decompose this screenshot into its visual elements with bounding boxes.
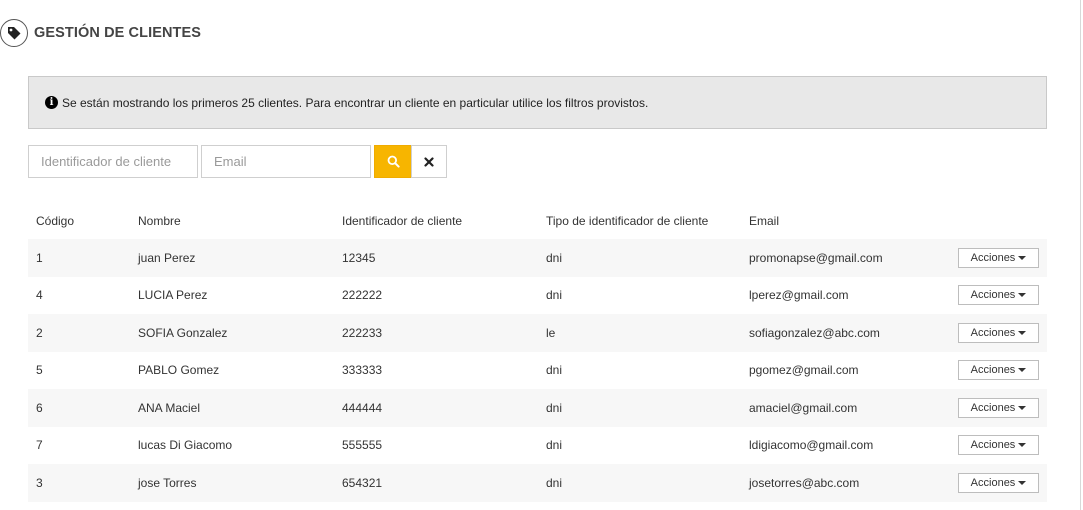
- caret-down-icon: [1018, 293, 1027, 298]
- actions-label: Acciones: [970, 289, 1016, 302]
- cell-identifier-type: dni: [546, 363, 563, 378]
- clear-filters-button[interactable]: [411, 145, 447, 178]
- cell-email: josetorres@abc.com: [749, 475, 860, 490]
- times-icon: [424, 156, 434, 167]
- cell-code: 4: [36, 288, 43, 303]
- email-input[interactable]: [201, 145, 371, 178]
- cell-name: LUCIA Perez: [138, 288, 208, 303]
- cell-name: ANA Maciel: [138, 400, 201, 415]
- cell-identifier-type: dni: [546, 400, 563, 415]
- tag-icon: [0, 19, 28, 47]
- column-header-code: Código: [36, 213, 75, 228]
- search-icon: [387, 155, 400, 168]
- actions-dropdown-button[interactable]: Acciones: [958, 435, 1039, 456]
- actions-label: Acciones: [970, 476, 1016, 489]
- table-row: 6 ANA Maciel 444444 dni amaciel@gmail.com Acc…: [28, 389, 1047, 427]
- actions-dropdown-button[interactable]: Acciones: [958, 360, 1039, 381]
- actions-dropdown-button[interactable]: Acciones: [958, 322, 1039, 343]
- cell-identifier: 654321: [342, 475, 383, 490]
- actions-label: Acciones: [970, 326, 1016, 339]
- caret-down-icon: [1018, 330, 1027, 335]
- table-row: 5 PABLO Gomez 333333 dni pgomez@gmail.com Acc…: [28, 352, 1047, 390]
- info-alert: i Se están mostrando los primeros 25 cli…: [28, 76, 1047, 129]
- cell-identifier-type: le: [546, 325, 556, 340]
- actions-dropdown-button[interactable]: Acciones: [958, 247, 1039, 268]
- cell-identifier-type: dni: [546, 475, 563, 490]
- table-row: 7 lucas Di Giacomo 555555 dni ldigiacomo@gma…: [28, 427, 1047, 465]
- column-header-identifier-type: Tipo de identificador de cliente: [546, 213, 709, 228]
- search-button[interactable]: [374, 145, 412, 178]
- cell-code: 1: [36, 250, 43, 265]
- actions-dropdown-button[interactable]: Acciones: [958, 472, 1039, 493]
- cell-name: lucas Di Giacomo: [138, 438, 233, 453]
- cell-identifier: 222222: [342, 288, 383, 303]
- cell-identifier: 222233: [342, 325, 383, 340]
- caret-down-icon: [1018, 405, 1027, 410]
- caret-down-icon: [1018, 443, 1027, 448]
- info-circle-icon: i: [45, 96, 58, 109]
- cell-code: 7: [36, 438, 43, 453]
- page-title: GESTIÓN DE CLIENTES: [34, 25, 202, 41]
- alert-text: Se están mostrando los primeros 25 clien…: [62, 95, 649, 110]
- cell-email: lperez@gmail.com: [749, 288, 849, 303]
- actions-label: Acciones: [970, 251, 1016, 264]
- clients-table: Código Nombre Identificador de cliente T…: [28, 202, 1047, 502]
- cell-email: sofiagonzalez@abc.com: [749, 325, 880, 340]
- cell-code: 3: [36, 475, 43, 490]
- cell-email: pgomez@gmail.com: [749, 363, 859, 378]
- cell-email: promonapse@gmail.com: [749, 250, 883, 265]
- table-row: 1 juan Perez 12345 dni promonapse@gmail.com A…: [28, 239, 1047, 277]
- caret-down-icon: [1018, 368, 1027, 373]
- cell-identifier-type: dni: [546, 250, 563, 265]
- scrollbar-track[interactable]: [1080, 0, 1081, 510]
- cell-code: 2: [36, 325, 43, 340]
- column-header-email: Email: [749, 213, 780, 228]
- cell-name: jose Torres: [138, 475, 197, 490]
- actions-dropdown-button[interactable]: Acciones: [958, 397, 1039, 418]
- client-identifier-input[interactable]: [28, 145, 198, 178]
- cell-identifier-type: dni: [546, 288, 563, 303]
- cell-email: amaciel@gmail.com: [749, 400, 858, 415]
- actions-dropdown-button[interactable]: Acciones: [958, 285, 1039, 306]
- cell-name: PABLO Gomez: [138, 363, 220, 378]
- caret-down-icon: [1018, 480, 1027, 485]
- cell-identifier: 333333: [342, 363, 383, 378]
- table-body: 1 juan Perez 12345 dni promonapse@gmail.com A…: [28, 239, 1047, 502]
- table-header: Código Nombre Identificador de cliente T…: [28, 202, 1047, 239]
- column-header-name: Nombre: [138, 213, 181, 228]
- column-header-identifier: Identificador de cliente: [342, 213, 463, 228]
- table-row: 2 SOFIA Gonzalez 222233 le sofiagonzalez@abc…: [28, 314, 1047, 352]
- cell-identifier: 12345: [342, 250, 376, 265]
- table-row: 3 jose Torres 654321 dni josetorres@abc.com A…: [28, 464, 1047, 502]
- cell-identifier: 444444: [342, 400, 383, 415]
- cell-name: juan Perez: [138, 250, 196, 265]
- actions-label: Acciones: [970, 439, 1016, 452]
- actions-label: Acciones: [970, 401, 1016, 414]
- actions-label: Acciones: [970, 364, 1016, 377]
- caret-down-icon: [1018, 255, 1027, 260]
- cell-name: SOFIA Gonzalez: [138, 325, 228, 340]
- cell-code: 6: [36, 400, 43, 415]
- cell-identifier-type: dni: [546, 438, 563, 453]
- cell-email: ldigiacomo@gmail.com: [749, 438, 874, 453]
- table-row: 4 LUCIA Perez 222222 dni lperez@gmail.com Acc…: [28, 277, 1047, 315]
- page-header: GESTIÓN DE CLIENTES: [0, 19, 201, 47]
- cell-identifier: 555555: [342, 438, 383, 453]
- cell-code: 5: [36, 363, 43, 378]
